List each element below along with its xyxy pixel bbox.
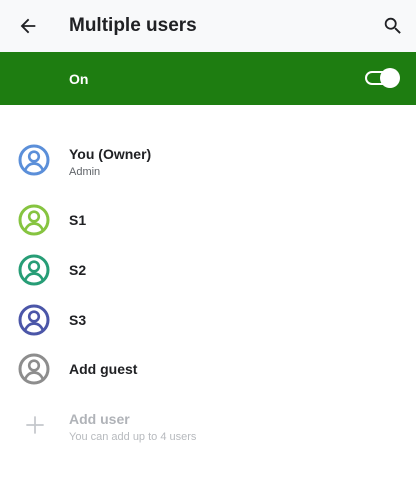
account-circle-icon	[18, 204, 50, 236]
search-icon	[384, 17, 401, 34]
page-title: Multiple users	[69, 15, 197, 36]
add-user-hint: You can add up to 4 users	[69, 431, 197, 443]
switch-state-label: On	[69, 71, 89, 87]
user-row-s3[interactable]: S3	[0, 296, 416, 344]
multiple-users-switch-bar[interactable]: On	[0, 52, 416, 105]
user-name: S2	[69, 262, 87, 278]
account-circle-icon	[18, 304, 50, 336]
toggle-thumb	[380, 68, 400, 88]
user-row-s1[interactable]: S1	[0, 196, 416, 244]
add-user-label: Add user	[69, 411, 130, 427]
user-row-s2[interactable]: S2	[0, 246, 416, 294]
plus-icon	[26, 416, 44, 434]
add-user-row[interactable]: Add user You can add up to 4 users	[0, 402, 416, 450]
back-button[interactable]	[12, 10, 44, 42]
multiple-users-toggle[interactable]	[365, 68, 400, 89]
add-guest-label: Add guest	[69, 361, 138, 377]
user-name: S3	[69, 312, 87, 328]
account-circle-icon	[18, 144, 50, 176]
account-circle-icon	[18, 254, 50, 286]
user-name: You (Owner)	[69, 146, 152, 162]
search-button[interactable]	[377, 10, 409, 42]
user-name: S1	[69, 212, 87, 228]
add-guest-row[interactable]: Add guest	[0, 345, 416, 393]
account-circle-icon	[18, 353, 50, 385]
user-role: Admin	[69, 166, 101, 178]
arrow-back-icon	[20, 18, 36, 34]
app-bar: Multiple users	[0, 0, 416, 52]
user-row-owner[interactable]: You (Owner) Admin	[0, 136, 416, 184]
